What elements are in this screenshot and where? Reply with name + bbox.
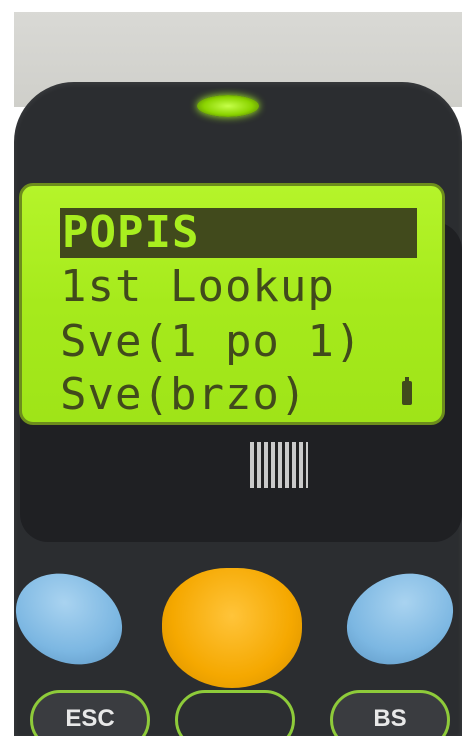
bs-key[interactable]: BS [330,690,450,736]
scan-trigger-key[interactable] [162,568,302,688]
device-photo: POPIS 1st Lookup Sve(1 po 1) Sve(brzo) E… [0,0,471,736]
qr-code-label [250,442,308,488]
menu-item-sve-brzo[interactable]: Sve(brzo) [60,370,420,420]
menu-item-sve-1-po-1[interactable]: Sve(1 po 1) [60,317,420,367]
menu-item-1st-lookup[interactable]: 1st Lookup [60,262,420,312]
status-led-icon [197,95,259,117]
lcd-screen: POPIS 1st Lookup Sve(1 po 1) Sve(brzo) [19,183,445,425]
menu-item-popis[interactable]: POPIS [60,208,417,258]
battery-icon [402,377,412,405]
esc-key[interactable]: ESC [30,690,150,736]
center-key[interactable] [175,690,295,736]
